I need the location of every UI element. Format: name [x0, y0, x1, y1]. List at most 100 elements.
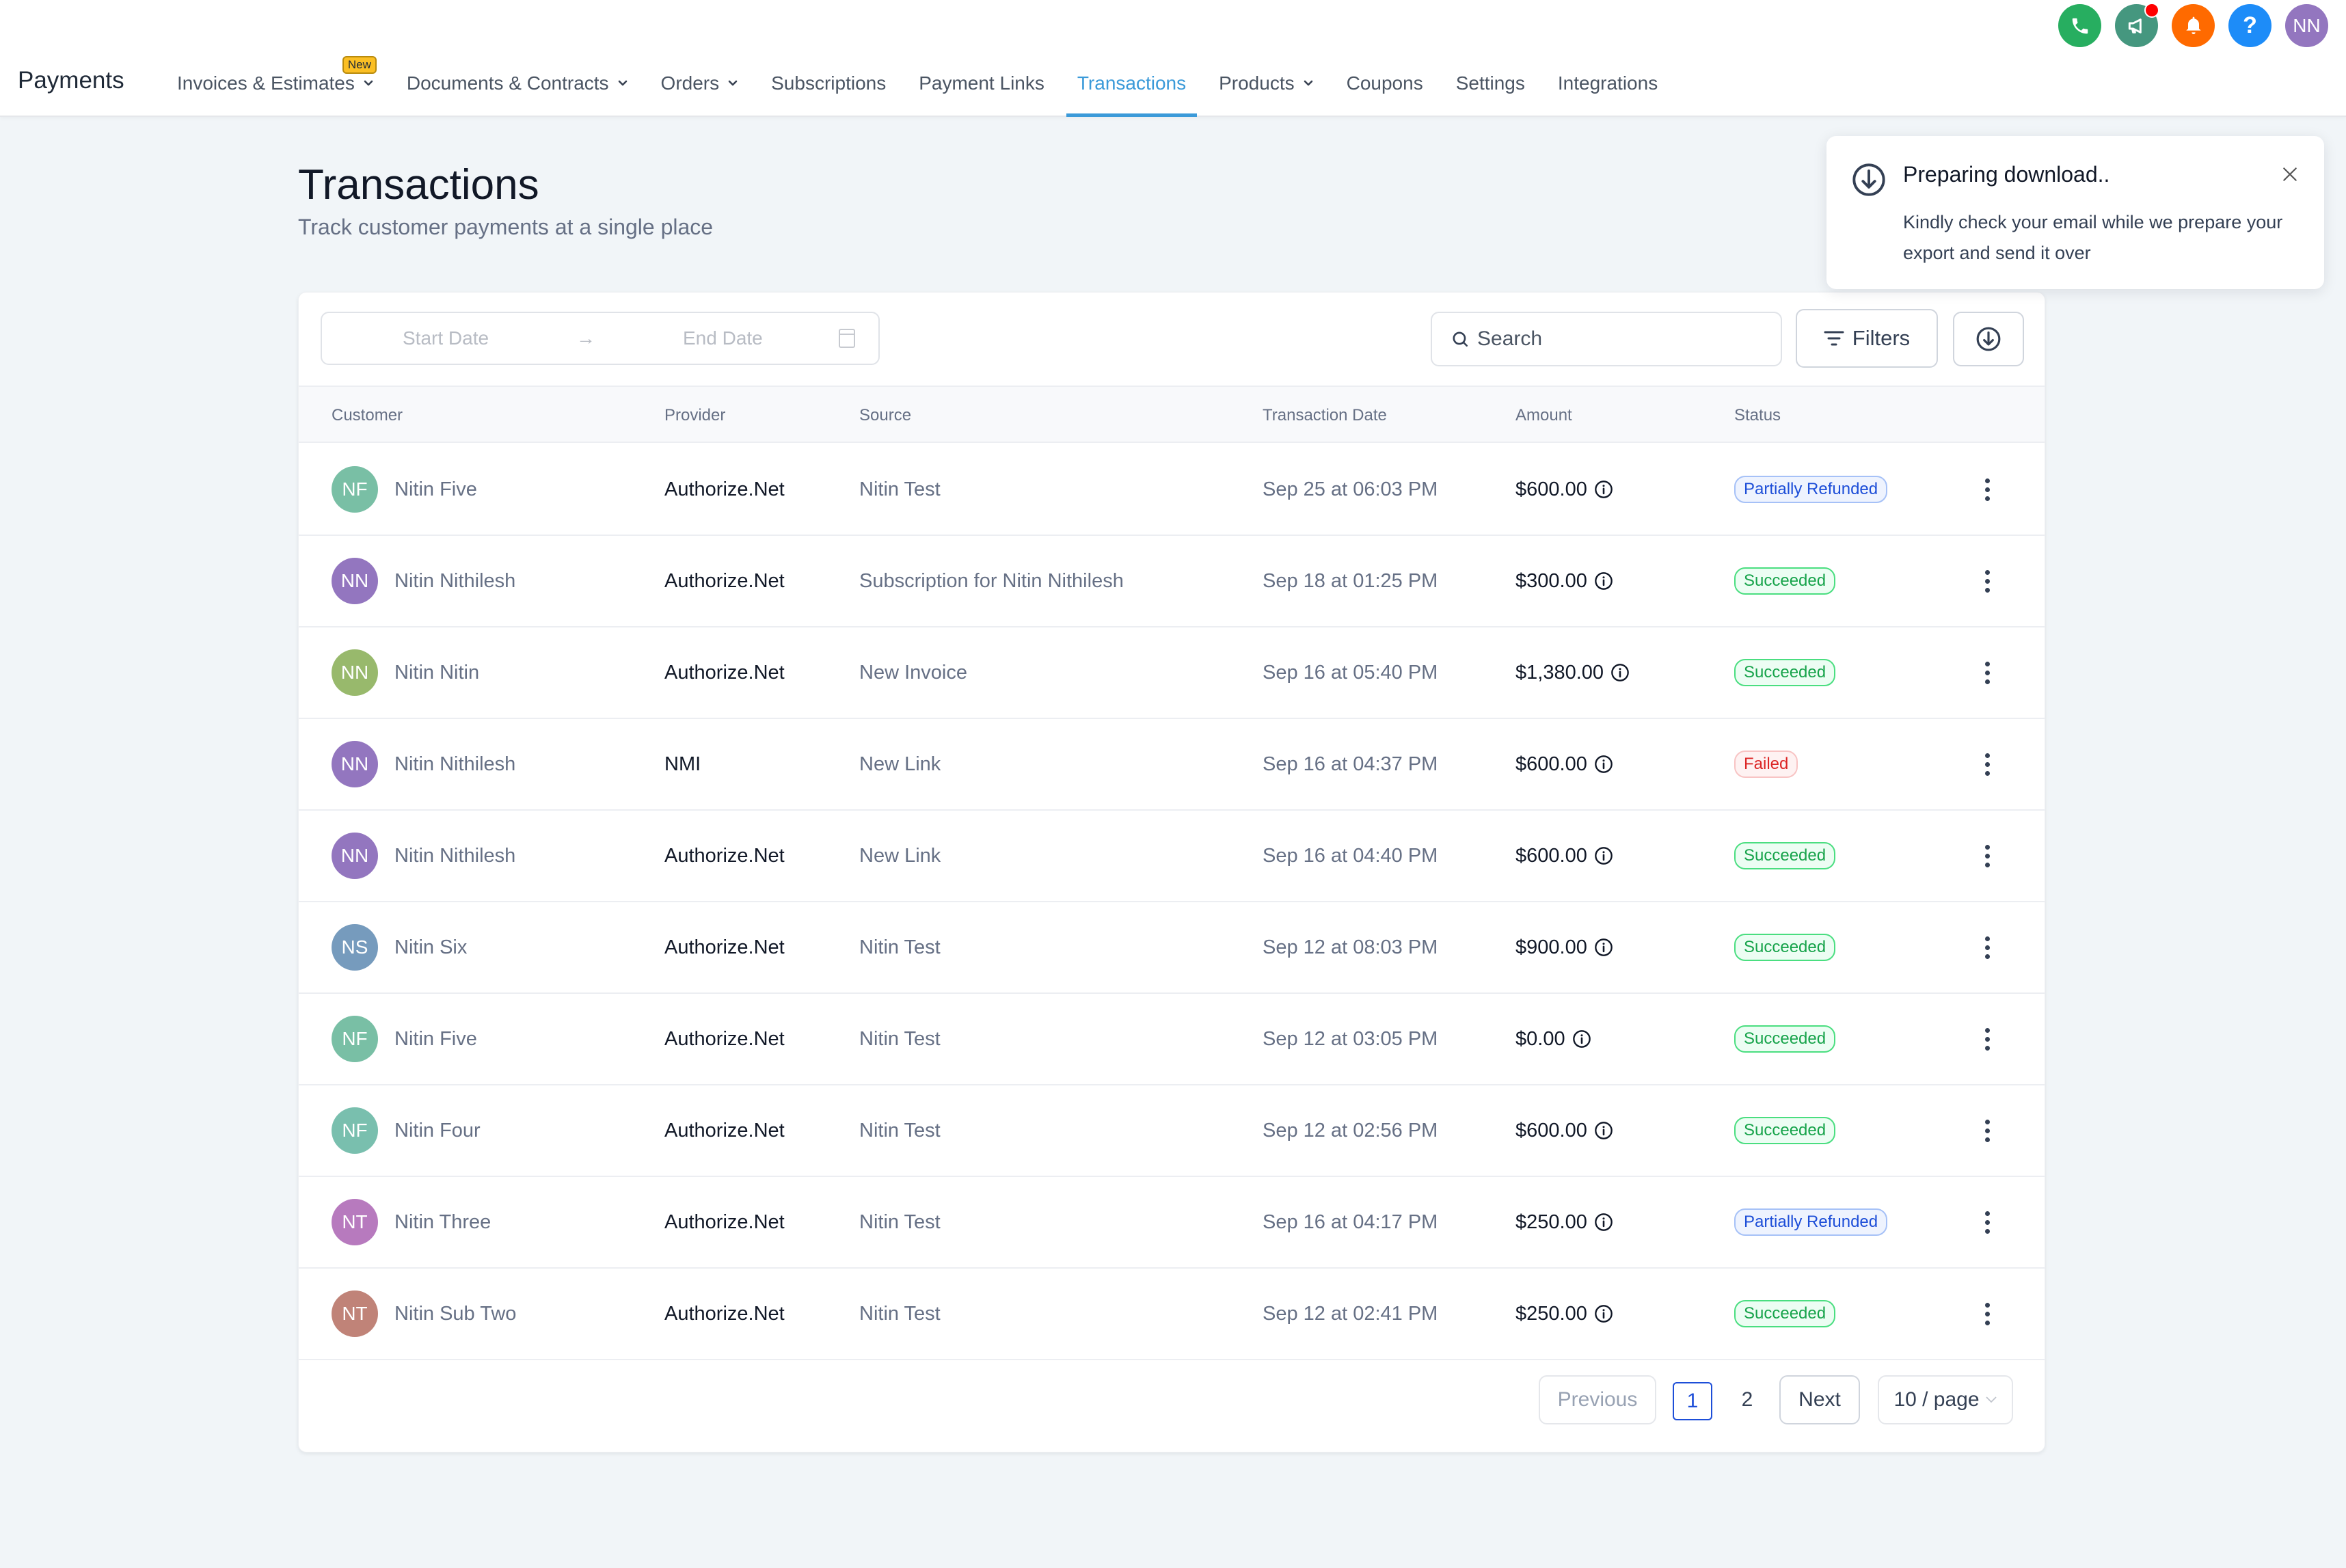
status-badge: Failed	[1734, 751, 1798, 778]
nav-item-label: Subscriptions	[771, 72, 887, 94]
info-icon[interactable]	[1572, 1029, 1591, 1049]
phone-button[interactable]	[2058, 4, 2101, 47]
status-badge: Succeeded	[1734, 842, 1836, 869]
nav-item-label: Orders	[660, 72, 720, 94]
source-cell: New Link	[859, 753, 941, 775]
transaction-date-cell: Sep 12 at 03:05 PM	[1263, 1027, 1438, 1050]
status-badge: Succeeded	[1734, 1117, 1836, 1144]
customer-name: Nitin Nithilesh	[394, 844, 516, 867]
date-range-picker[interactable]: Start Date → End Date	[321, 312, 880, 365]
user-avatar[interactable]: NN	[2285, 4, 2328, 47]
table-body: NF Nitin Five Authorize.Net Nitin Test S…	[299, 444, 2045, 1360]
info-icon[interactable]	[1594, 755, 1613, 774]
nav-item-label: Invoices & Estimates	[177, 72, 355, 94]
nav-item-integrations[interactable]: Integrations	[1547, 0, 1669, 117]
column-provider[interactable]: Provider	[664, 387, 725, 444]
nav-item-label: Coupons	[1346, 72, 1423, 94]
customer-cell: NS Nitin Six	[332, 902, 467, 992]
more-actions-icon[interactable]	[1973, 472, 2001, 506]
nav-item-coupons[interactable]: Coupons	[1336, 0, 1434, 117]
table-row[interactable]: NN Nitin Nitin Authorize.Net New Invoice…	[299, 627, 2045, 719]
transaction-date-cell: Sep 16 at 05:40 PM	[1263, 661, 1438, 684]
search-input[interactable]: Search	[1431, 312, 1782, 366]
top-icons: ? NN	[2058, 3, 2328, 47]
column-customer[interactable]: Customer	[332, 387, 403, 444]
status-cell: Succeeded	[1734, 994, 1836, 1084]
help-button[interactable]: ?	[2228, 4, 2271, 47]
info-icon[interactable]	[1594, 1121, 1613, 1140]
customer-cell: NT Nitin Sub Two	[332, 1269, 516, 1359]
nav-item-invoices-estimates[interactable]: Invoices & Estimates New	[166, 0, 385, 117]
customer-avatar: NS	[332, 924, 378, 971]
nav-item-orders[interactable]: Orders	[650, 0, 750, 117]
customer-name: Nitin Sub Two	[394, 1302, 517, 1325]
page-1-button[interactable]: 1	[1673, 1382, 1712, 1420]
nav-item-products[interactable]: Products	[1208, 0, 1325, 117]
more-actions-icon[interactable]	[1973, 747, 2001, 781]
chevron-down-icon	[1985, 1396, 1997, 1403]
table-row[interactable]: NT Nitin Three Authorize.Net Nitin Test …	[299, 1177, 2045, 1269]
start-date-input[interactable]: Start Date	[403, 327, 489, 349]
page-2-button[interactable]: 2	[1727, 1375, 1767, 1424]
table-row[interactable]: NF Nitin Five Authorize.Net Nitin Test S…	[299, 994, 2045, 1085]
customer-cell: NN Nitin Nithilesh	[332, 811, 515, 901]
column-source[interactable]: Source	[859, 387, 911, 444]
announcements-button[interactable]	[2115, 3, 2159, 47]
customer-avatar: NF	[332, 1016, 378, 1062]
notifications-button[interactable]	[2172, 4, 2215, 47]
previous-page-button[interactable]: Previous	[1539, 1375, 1656, 1424]
nav-item-documents-contracts[interactable]: Documents & Contracts	[396, 0, 639, 117]
amount-cell: $1,380.00	[1515, 627, 1630, 718]
more-actions-icon[interactable]	[1973, 1113, 2001, 1148]
table-row[interactable]: NF Nitin Four Authorize.Net Nitin Test S…	[299, 1085, 2045, 1177]
table-row[interactable]: NT Nitin Sub Two Authorize.Net Nitin Tes…	[299, 1269, 2045, 1360]
info-icon[interactable]	[1610, 663, 1630, 682]
info-icon[interactable]	[1594, 571, 1613, 591]
amount-value: $600.00	[1515, 753, 1587, 775]
table-row[interactable]: NN Nitin Nithilesh NMI New Link Sep 16 a…	[299, 719, 2045, 811]
table-row[interactable]: NS Nitin Six Authorize.Net Nitin Test Se…	[299, 902, 2045, 994]
info-icon[interactable]	[1594, 938, 1613, 957]
more-actions-icon[interactable]	[1973, 1205, 2001, 1239]
info-icon[interactable]	[1594, 1213, 1613, 1232]
info-icon[interactable]	[1594, 480, 1613, 499]
nav-item-transactions[interactable]: Transactions	[1066, 0, 1198, 117]
page-size-select[interactable]: 10 / page	[1878, 1375, 2013, 1424]
table-row[interactable]: NN Nitin Nithilesh Authorize.Net Subscri…	[299, 536, 2045, 627]
transaction-date-cell: Sep 12 at 02:41 PM	[1263, 1302, 1438, 1325]
amount-value: $300.00	[1515, 569, 1587, 592]
status-badge: Partially Refunded	[1734, 1208, 1888, 1236]
amount-cell: $250.00	[1515, 1269, 1613, 1359]
provider-cell: Authorize.Net	[664, 1027, 785, 1050]
more-actions-icon[interactable]	[1973, 839, 2001, 873]
nav-item-settings[interactable]: Settings	[1445, 0, 1536, 117]
nav-item-subscriptions[interactable]: Subscriptions	[760, 0, 897, 117]
provider-cell: Authorize.Net	[664, 569, 785, 592]
column-status[interactable]: Status	[1734, 387, 1781, 444]
more-actions-icon[interactable]	[1973, 1022, 2001, 1056]
more-actions-icon[interactable]	[1973, 655, 2001, 690]
toast-close-button[interactable]	[2276, 161, 2304, 188]
table-row[interactable]: NF Nitin Five Authorize.Net Nitin Test S…	[299, 444, 2045, 536]
column-amount[interactable]: Amount	[1515, 387, 1572, 444]
more-actions-icon[interactable]	[1973, 930, 2001, 964]
source-cell: Nitin Test	[859, 1211, 941, 1233]
table-header: Customer Provider Source Transaction Dat…	[299, 386, 2045, 443]
source-cell: Subscription for Nitin Nithilesh	[859, 569, 1124, 592]
column-transaction-date[interactable]: Transaction Date	[1263, 387, 1387, 444]
filters-button[interactable]: Filters	[1796, 309, 1938, 368]
info-icon[interactable]	[1594, 1304, 1613, 1323]
customer-cell: NN Nitin Nitin	[332, 627, 479, 718]
table-row[interactable]: NN Nitin Nithilesh Authorize.Net New Lin…	[299, 811, 2045, 902]
info-icon[interactable]	[1594, 846, 1613, 865]
page-size-value: 10 / page	[1893, 1388, 1980, 1411]
download-toast: Preparing download.. Kindly check your e…	[1826, 136, 2324, 289]
end-date-input[interactable]: End Date	[683, 327, 763, 349]
more-actions-icon[interactable]	[1973, 564, 2001, 598]
nav-item-payment-links[interactable]: Payment Links	[908, 0, 1055, 117]
customer-cell: NN Nitin Nithilesh	[332, 719, 515, 809]
status-badge: Succeeded	[1734, 567, 1836, 595]
more-actions-icon[interactable]	[1973, 1297, 2001, 1331]
next-page-button[interactable]: Next	[1779, 1375, 1860, 1424]
download-button[interactable]	[1953, 312, 2024, 366]
